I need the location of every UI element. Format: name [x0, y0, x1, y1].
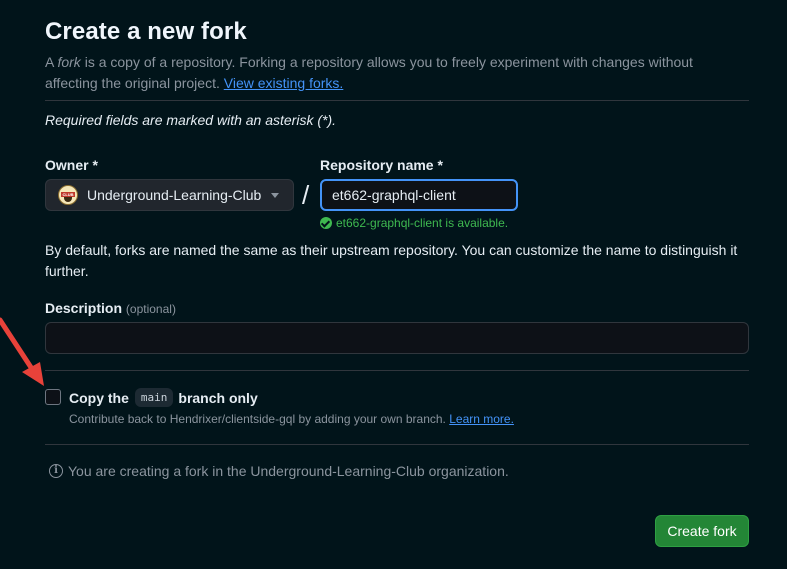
owner-label: Owner * — [45, 157, 98, 173]
page-title: Create a new fork — [45, 18, 247, 45]
club-logo-face — [64, 197, 72, 202]
fork-info-text: You are creating a fork in the Undergrou… — [68, 463, 509, 479]
optional-hint: (optional) — [125, 302, 176, 316]
copy-branch-help: Contribute back to Hendrixer/clientside-… — [69, 412, 514, 426]
view-existing-forks-link[interactable]: View existing forks. — [224, 75, 344, 91]
copy-main-branch-checkbox[interactable] — [45, 389, 61, 405]
default-name-note: By default, forks are named the same as … — [45, 242, 738, 279]
chevron-down-icon — [271, 193, 279, 198]
owner-avatar: CLUB — [58, 185, 78, 205]
create-fork-button[interactable]: Create fork — [655, 515, 749, 547]
divider — [45, 444, 749, 445]
branch-name-code: main — [134, 388, 174, 407]
description-label: Description (optional) — [45, 300, 176, 316]
info-icon: i — [49, 464, 63, 478]
owner-repo-separator: / — [302, 180, 310, 210]
owner-name: Underground-Learning-Club — [87, 187, 262, 203]
availability-message: et662-graphql-client is available. — [320, 216, 508, 230]
description-input[interactable] — [45, 322, 749, 354]
divider — [45, 370, 749, 371]
divider — [45, 100, 749, 101]
fork-word: fork — [57, 54, 81, 70]
required-fields-note: Required fields are marked with an aster… — [45, 112, 337, 128]
availability-text: et662-graphql-client is available. — [336, 216, 509, 230]
learn-more-link[interactable]: Learn more. — [449, 412, 514, 426]
repository-name-label: Repository name * — [320, 157, 443, 173]
check-circle-icon — [320, 217, 332, 229]
copy-branch-label[interactable]: Copy the main branch only — [69, 388, 258, 407]
annotation-arrow — [0, 317, 44, 386]
fork-info-message: i You are creating a fork in the Undergr… — [49, 463, 509, 479]
owner-select[interactable]: CLUB Underground-Learning-Club — [45, 179, 294, 211]
repository-name-input[interactable] — [320, 179, 518, 211]
fork-intro-text: A fork is a copy of a repository. Forkin… — [45, 54, 693, 91]
